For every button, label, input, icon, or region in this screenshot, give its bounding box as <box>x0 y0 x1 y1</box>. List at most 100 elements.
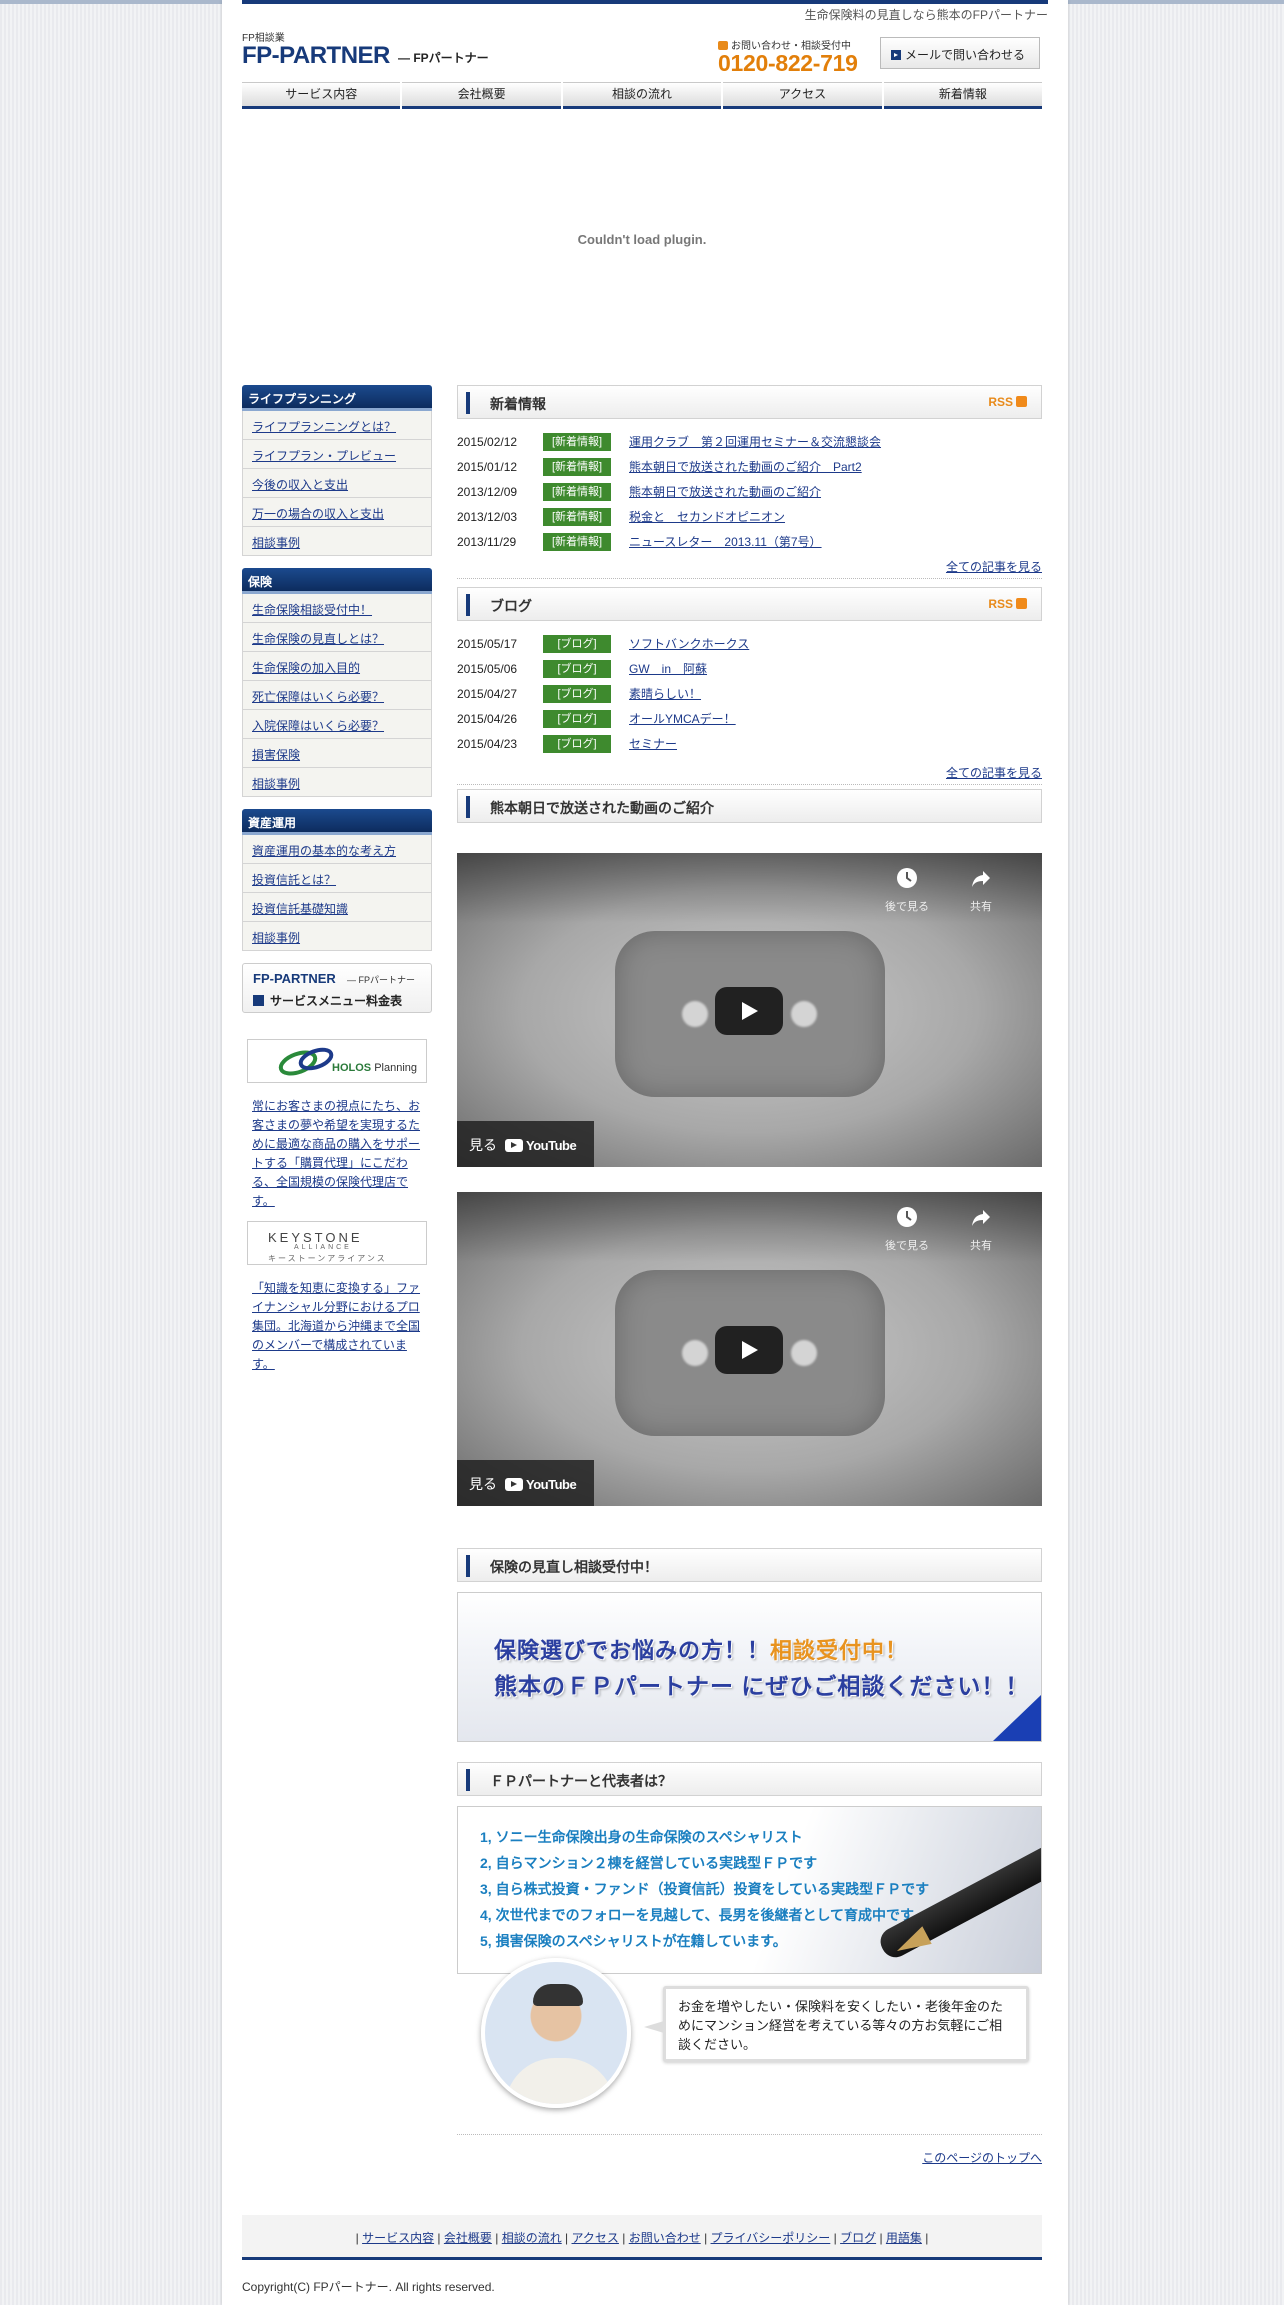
news-title-link[interactable]: 熊本朝日で放送された動画のご紹介 Part2 <box>629 458 862 475</box>
page-container: 生命保険料の見直しなら熊本のFPパートナー FP相談業 FP-PARTNER —… <box>222 0 1068 2305</box>
footer-link-company[interactable]: 会社概要 <box>444 2231 492 2245</box>
sidebar-link[interactable]: 万一の場合の収入と支出 <box>252 507 384 521</box>
sidebar-link[interactable]: 生命保険相談受付中！ <box>252 603 372 617</box>
play-button[interactable] <box>715 987 783 1035</box>
keystone-logo[interactable]: KEYSTONE ALLIANCE キーストーンアライアンス <box>247 1221 427 1265</box>
site-logo[interactable]: FP-PARTNER <box>242 42 390 70</box>
sidebar-item[interactable]: 資産運用の基本的な考え方 <box>242 835 432 864</box>
watch-later-button[interactable]: 後で見る <box>877 867 937 914</box>
sidebar-item[interactable]: 今後の収入と支出 <box>242 469 432 498</box>
sidebar-link[interactable]: ライフプランニングとは？ <box>252 420 396 434</box>
footer-link-blog[interactable]: ブログ <box>840 2231 876 2245</box>
sidebar-item[interactable]: 生命保険の見直しとは？ <box>242 623 432 652</box>
news-title-link[interactable]: 税金と セカンドオピニオン <box>629 508 785 525</box>
sidebar-link[interactable]: 資産運用の基本的な考え方 <box>252 844 396 858</box>
sidebar-link[interactable]: 相談事例 <box>252 931 300 945</box>
blog-tag: [ブログ] <box>543 709 611 728</box>
sidebar-link[interactable]: 損害保険 <box>252 748 300 762</box>
sidebar-item[interactable]: 生命保険相談受付中！ <box>242 594 432 623</box>
sidebar-link[interactable]: 入院保障はいくら必要？ <box>252 719 384 733</box>
share-button[interactable]: 共有 <box>951 867 1011 914</box>
keystone-description-link[interactable]: 「知識を知恵に変換する」ファイナンシャル分野におけるプロ集団。北海道から沖縄まで… <box>252 1281 420 1371</box>
holos-description[interactable]: 常にお客さまの視点にたち、お客さまの夢や希望を実現するために最適な商品の購入をサ… <box>252 1097 424 1211</box>
sidebar-item[interactable]: 投資信託基礎知識 <box>242 893 432 922</box>
sidebar-item[interactable]: 損害保険 <box>242 739 432 768</box>
news-more-link[interactable]: 全ての記事を見る <box>946 560 1042 574</box>
nav-item-news[interactable]: 新着情報 <box>883 82 1043 109</box>
blog-title-link[interactable]: GW in 阿蘇 <box>629 660 707 677</box>
sidebar-item[interactable]: 生命保険の加入目的 <box>242 652 432 681</box>
holos-logo-word: HOLOS <box>332 1062 372 1074</box>
rss-link[interactable]: RSS <box>988 395 1027 409</box>
nav-item-services[interactable]: サービス内容 <box>242 82 401 109</box>
footer-link-flow[interactable]: 相談の流れ <box>502 2231 562 2245</box>
pagetop-link[interactable]: このページのトップへ <box>922 2151 1042 2165</box>
watch-on-youtube-button[interactable]: 見る YouTube <box>457 1121 594 1167</box>
sidebar-item[interactable]: 万一の場合の収入と支出 <box>242 498 432 527</box>
sidebar-link[interactable]: 死亡保障はいくら必要？ <box>252 690 384 704</box>
youtube-icon <box>505 1478 523 1491</box>
watch-later-label: 後で見る <box>885 901 929 913</box>
sidebar-item[interactable]: 死亡保障はいくら必要？ <box>242 681 432 710</box>
sidebar-heading: 資産運用 <box>242 809 432 835</box>
video-player[interactable]: 後で見る 共有 見る YouTube <box>457 853 1042 1167</box>
nav-item-access[interactable]: アクセス <box>723 82 882 109</box>
sidebar-link[interactable]: 投資信託とは？ <box>252 873 336 887</box>
footer-link-services[interactable]: サービス内容 <box>362 2231 434 2245</box>
sidebar-link[interactable]: 生命保険の加入目的 <box>252 661 360 675</box>
blog-title-link[interactable]: ソフトバンクホークス <box>629 635 749 652</box>
blog-title-link[interactable]: 素晴らしい！ <box>629 685 701 702</box>
sidebar-item[interactable]: 相談事例 <box>242 768 432 797</box>
sidebar-link[interactable]: 相談事例 <box>252 536 300 550</box>
footer-link-access[interactable]: アクセス <box>572 2231 619 2245</box>
nav-item-company[interactable]: 会社概要 <box>402 82 561 109</box>
blog-title-link[interactable]: セミナー <box>629 735 677 752</box>
blog-title-link[interactable]: オールYMCAデー！ <box>629 710 736 727</box>
youtube-logo-text: YouTube <box>526 1477 577 1492</box>
holos-description-link[interactable]: 常にお客さまの視点にたち、お客さまの夢や希望を実現するために最適な商品の購入をサ… <box>252 1099 420 1208</box>
sidebar-item[interactable]: 相談事例 <box>242 527 432 556</box>
video-player[interactable]: 後で見る 共有 見る YouTube <box>457 1192 1042 1506</box>
footer-link-glossary[interactable]: 用語集 <box>886 2231 922 2245</box>
holos-rings-icon <box>278 1047 334 1076</box>
sidebar-link[interactable]: 相談事例 <box>252 777 300 791</box>
watch-later-button[interactable]: 後で見る <box>877 1206 937 1253</box>
holos-logo[interactable]: HOLOS Planning <box>247 1039 427 1083</box>
sidebar-link[interactable]: ライフプラン・プレビュー <box>252 449 396 463</box>
rss-link[interactable]: RSS <box>988 597 1027 611</box>
news-date: 2013/12/09 <box>457 484 518 499</box>
sidebar: ライフプランニング ライフプランニングとは？ ライフプラン・プレビュー 今後の収… <box>242 385 432 1374</box>
blog-more-link[interactable]: 全ての記事を見る <box>946 766 1042 780</box>
news-heading: 新着情報 RSS <box>457 385 1042 419</box>
play-button[interactable] <box>715 1326 783 1374</box>
news-date: 2015/02/12 <box>457 434 518 449</box>
sidebar-item[interactable]: ライフプランニングとは？ <box>242 411 432 440</box>
list-item: 2015/04/23 [ブログ] セミナー <box>457 731 1042 756</box>
sidebar-link[interactable]: 生命保険の見直しとは？ <box>252 632 384 646</box>
sidebar-item[interactable]: 入院保障はいくら必要？ <box>242 710 432 739</box>
service-menu-banner[interactable]: FP-PARTNER — FPパートナー サービスメニュー料金表 <box>242 963 432 1013</box>
rss-icon <box>1016 598 1027 609</box>
footer-link-privacy[interactable]: プライバシーポリシー <box>711 2231 831 2245</box>
blog-tag: [ブログ] <box>543 634 611 653</box>
keystone-description[interactable]: 「知識を知恵に変換する」ファイナンシャル分野におけるプロ集団。北海道から沖縄まで… <box>252 1279 424 1374</box>
sidebar-item[interactable]: ライフプラン・プレビュー <box>242 440 432 469</box>
footer-link-contact[interactable]: お問い合わせ <box>629 2231 701 2245</box>
watch-on-youtube-button[interactable]: 見る YouTube <box>457 1460 594 1506</box>
tel-number[interactable]: 0120-822-719 <box>718 50 858 77</box>
banner-label: サービスメニュー料金表 <box>253 992 402 1009</box>
news-title-link[interactable]: 熊本朝日で放送された動画のご紹介 <box>629 483 821 500</box>
sidebar-link[interactable]: 投資信託基礎知識 <box>252 902 348 916</box>
mail-contact-button[interactable]: メールで問い合わせる <box>880 37 1040 69</box>
blog-heading: ブログ RSS <box>457 587 1042 621</box>
share-button[interactable]: 共有 <box>951 1206 1011 1253</box>
nav-item-flow[interactable]: 相談の流れ <box>562 82 722 109</box>
sidebar-link[interactable]: 今後の収入と支出 <box>252 478 348 492</box>
news-title-link[interactable]: ニュースレター 2013.11（第7号） <box>629 533 822 550</box>
list-item: 2015/04/27 [ブログ] 素晴らしい！ <box>457 681 1042 706</box>
news-date: 2013/11/29 <box>457 534 517 549</box>
sidebar-item[interactable]: 投資信託とは？ <box>242 864 432 893</box>
sidebar-item[interactable]: 相談事例 <box>242 922 432 951</box>
consult-banner[interactable]: 保険選びでお悩みの方！！相談受付中！ 熊本のＦＰパートナー にぜひご相談ください… <box>457 1592 1042 1742</box>
news-title-link[interactable]: 運用クラブ 第２回運用セミナー＆交流懇談会 <box>629 433 881 450</box>
